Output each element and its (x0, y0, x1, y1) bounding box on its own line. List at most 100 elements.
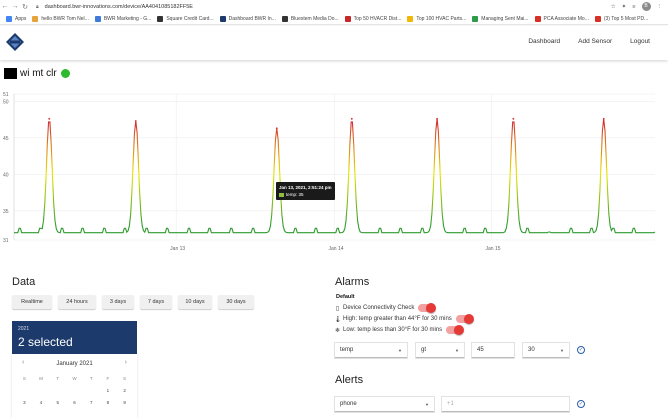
data-point (512, 117, 515, 120)
bookmark-item[interactable]: BWR Marketing - G... (94, 15, 151, 22)
bookmark-favicon-icon (157, 15, 164, 22)
nav-dashboard[interactable]: Dashboard (528, 38, 560, 45)
range-realtime-button[interactable]: Realtime (12, 295, 52, 309)
chevron-right-icon[interactable]: › (125, 359, 127, 366)
alarms-default-label: Default (336, 294, 355, 300)
tooltip-title: Jan 13, 2021, 2:51:24 pm (279, 185, 332, 190)
calendar-day-empty (83, 388, 100, 393)
alarm-value-input[interactable]: 45 (472, 343, 514, 358)
bookmark-item[interactable]: Managing Sent Mai... (472, 15, 529, 22)
menu-list-icon[interactable]: ≡ (632, 4, 635, 10)
bookmark-favicon-icon (472, 15, 479, 22)
calendar-day[interactable]: 8 (100, 400, 117, 405)
calendar-day[interactable]: 9 (116, 400, 133, 405)
calendar-day-empty (49, 388, 66, 393)
chart-tooltip: Jan 13, 2021, 2:51:24 pm temp: 35 (276, 182, 335, 200)
range-10d-button[interactable]: 10 days (178, 295, 212, 309)
bookmarks-bar: Apps hello BWR Tom Nel... BWR Marketing … (0, 13, 668, 25)
alarm-label: Device Connectivity Check (343, 305, 415, 311)
calendar: ‹ January 2021 › SMTWTFS123456789 (12, 354, 137, 418)
data-point (436, 117, 438, 120)
toggle-knob (463, 314, 474, 324)
snowflake-icon: ❄︎ (334, 327, 341, 334)
range-buttons: Realtime 24 hours 3 days 7 days 10 days … (12, 295, 254, 309)
url-field[interactable]: dashboard.bwr-innovations.com/device/AA4… (45, 4, 193, 10)
main-nav: Dashboard Add Sensor Logout (528, 38, 650, 45)
thermometer-icon: 🌡︎ (334, 316, 342, 323)
bookmark-item[interactable]: Top 100 HVAC Parts... (407, 15, 466, 22)
data-point (275, 127, 278, 130)
alarm-operator-select[interactable]: gt ▼ (416, 343, 464, 358)
bookmark-item[interactable]: Square Credit Card... (157, 15, 214, 22)
bookmark-apps[interactable]: Apps (6, 15, 26, 22)
alarm-toggle[interactable] (455, 314, 474, 324)
device-title: wi mt clr (4, 68, 70, 79)
alert-phone-input[interactable]: +1 (442, 397, 569, 412)
data-point (350, 117, 353, 120)
bookmark-favicon-icon (344, 15, 351, 22)
range-7d-button[interactable]: 7 days (140, 295, 172, 309)
alarm-toggle[interactable] (446, 325, 465, 335)
bookmark-favicon-icon (219, 15, 226, 22)
bookmark-item[interactable]: PCA Associate Mo... (534, 15, 589, 22)
extensions-icon[interactable]: ✦ (622, 4, 627, 10)
range-3d-button[interactable]: 3 days (102, 295, 134, 309)
calendar-day[interactable]: 3 (16, 400, 33, 405)
alarm-toggle[interactable] (418, 303, 437, 313)
nav-add-sensor[interactable]: Add Sensor (578, 38, 612, 45)
nav-logout[interactable]: Logout (630, 38, 650, 45)
back-icon[interactable]: ← (0, 3, 10, 10)
alert-method-select[interactable]: phone ▼ (335, 397, 434, 412)
range-24h-button[interactable]: 24 hours (58, 295, 96, 309)
calendar-month: January 2021 (56, 361, 93, 367)
profile-avatar[interactable]: B (641, 2, 651, 11)
data-heading: Data (12, 276, 36, 288)
calendar-year[interactable]: 2021 (18, 326, 29, 332)
alarm-duration-select[interactable]: 30 ▼ (523, 343, 569, 358)
redacted-block (4, 68, 17, 79)
calendar-weekday: F (106, 376, 110, 381)
save-alert-check-icon[interactable]: ✓ (577, 400, 585, 408)
app-header: Dashboard Add Sensor Logout (0, 26, 668, 60)
alarm-sensor-select[interactable]: temp ▼ (335, 343, 407, 358)
calendar-day[interactable]: 2 (116, 388, 133, 393)
brand-logo-icon[interactable] (5, 32, 25, 52)
temperature-chart[interactable]: 31 35 40 45 5051 Jan 13 Jan 14 Jan 15 (0, 88, 668, 258)
calendar-day[interactable]: 1 (100, 388, 117, 393)
calendar-day[interactable]: 5 (49, 400, 66, 405)
calendar-day[interactable]: 6 (66, 400, 83, 405)
bookmark-item[interactable]: Dashboard BWR In... (219, 15, 276, 22)
bookmark-favicon-icon (32, 15, 39, 22)
bookmark-item[interactable]: hello BWR Tom Nel... (32, 15, 89, 22)
device-icon: ▯ (335, 305, 340, 312)
bookmark-favicon-icon (94, 15, 101, 22)
calendar-day[interactable]: 7 (83, 400, 100, 405)
bookmark-item[interactable]: (3) Top 5 Most PD... (594, 15, 648, 22)
forward-icon[interactable]: → (10, 3, 20, 10)
calendar-header: 2021 2 selected (12, 321, 137, 354)
caret-down-icon: ▼ (560, 347, 564, 353)
more-icon[interactable]: ⋮ (657, 4, 663, 10)
calendar-day[interactable]: 4 (33, 400, 50, 405)
tooltip-swatch (279, 192, 284, 197)
caret-down-icon: ▼ (398, 347, 402, 353)
bookmark-favicon-icon (594, 15, 601, 22)
caret-down-icon: ▼ (455, 347, 459, 353)
star-icon[interactable]: ☆ (611, 4, 616, 10)
bookmark-item[interactable]: Bluestem Media Do... (281, 15, 339, 22)
bookmark-item[interactable]: Top 50 HVACR Dist... (344, 15, 401, 22)
reload-icon[interactable]: ↻ (20, 3, 30, 11)
save-alarm-check-icon[interactable]: ✓ (577, 346, 585, 354)
calendar-weekday: S (123, 376, 127, 381)
range-30d-button[interactable]: 30 days (218, 295, 254, 309)
y-tick-label: 35 (3, 209, 9, 215)
calendar-weekday: T (89, 376, 93, 381)
bookmark-favicon-icon (281, 15, 288, 22)
calendar-weekday: M (39, 376, 43, 381)
alarm-row-low: ❄︎ Low: temp less than 30°F for 30 mins (334, 325, 465, 335)
calendar-day-empty (33, 388, 50, 393)
y-tick-label: 40 (3, 172, 9, 178)
tooltip-value: temp: 35 (286, 192, 304, 197)
calendar-weekday: S (22, 376, 26, 381)
lock-icon: 🔒︎ (36, 3, 39, 10)
